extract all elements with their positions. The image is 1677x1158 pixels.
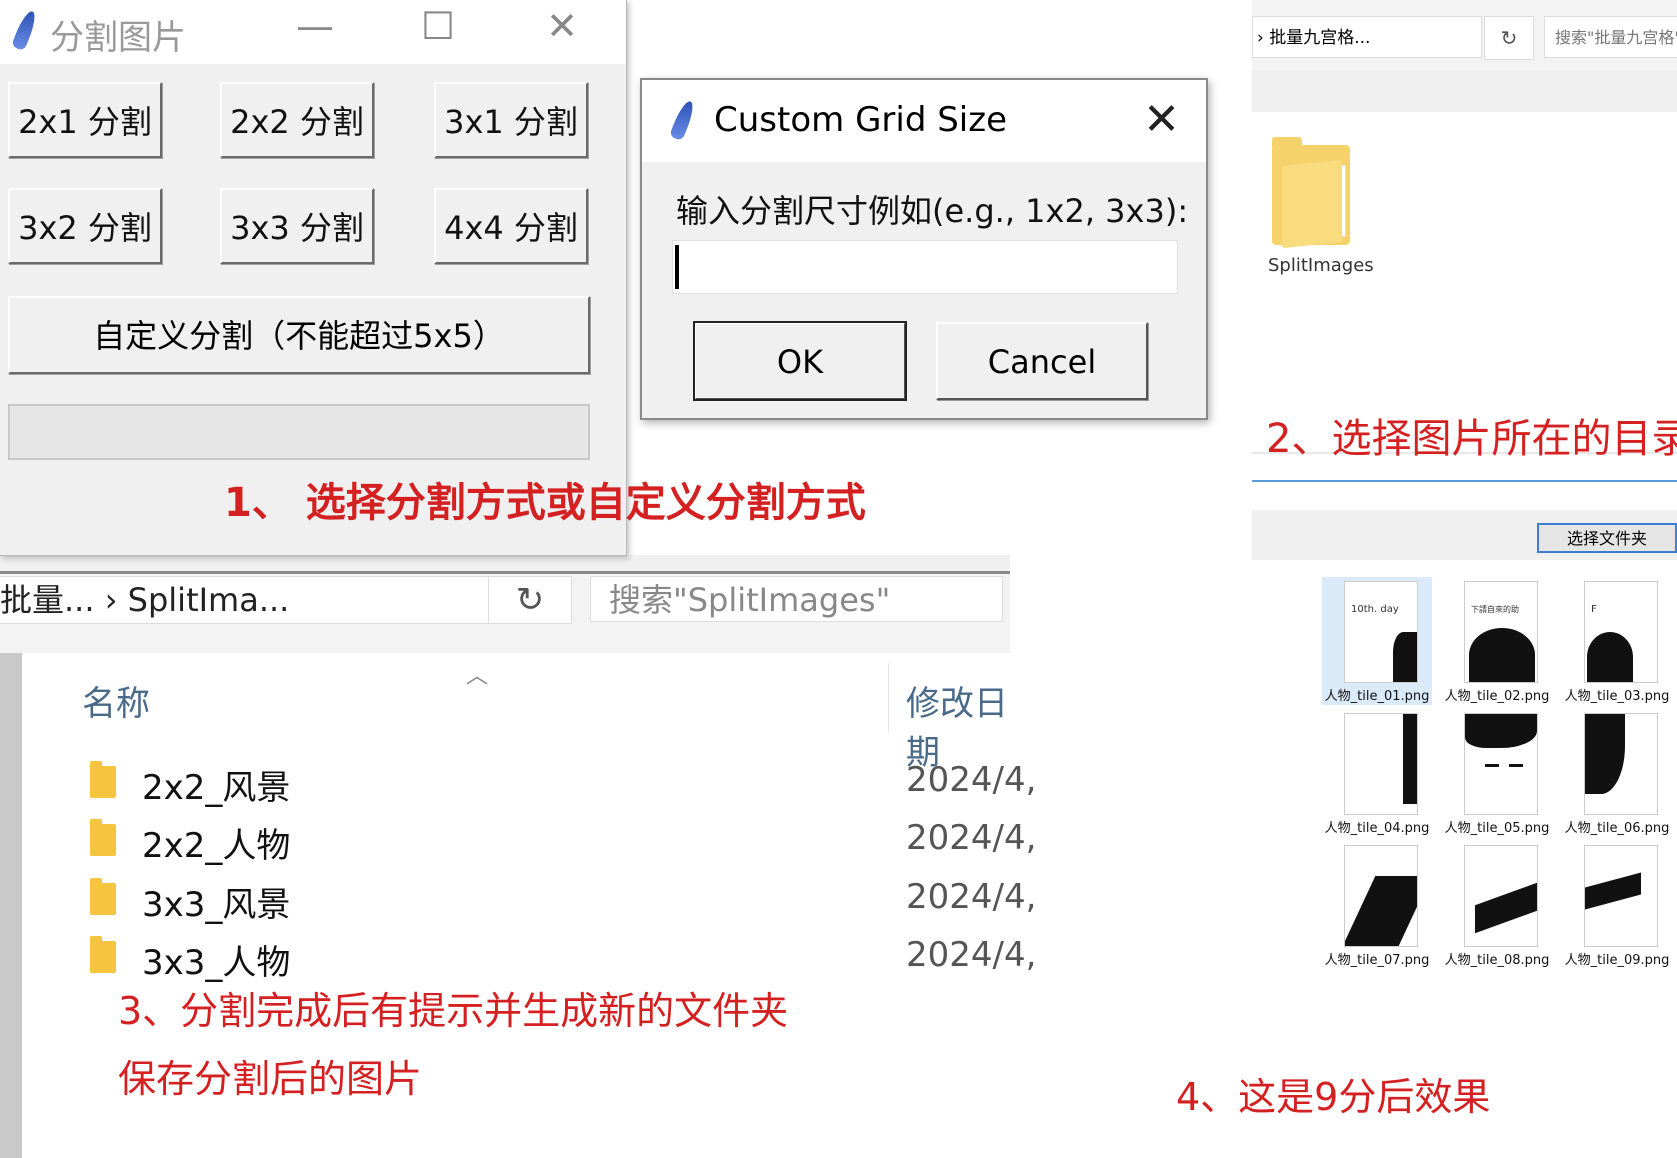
list-item[interactable]: 3x3_人物 2024/4,	[90, 931, 1036, 983]
folder-picker-search[interactable]: 搜索"批量九宫格"	[1544, 16, 1677, 58]
image-thumbnail: 10th. day	[1344, 581, 1418, 683]
folder-name-field[interactable]	[1252, 480, 1677, 482]
thumbnail-filename: 人物_tile_02.png	[1444, 689, 1550, 704]
folder-icon	[90, 936, 116, 973]
cancel-button[interactable]: Cancel	[936, 322, 1148, 400]
folder-icon	[90, 878, 116, 915]
thumbnail-item[interactable]: 10th. day 人物_tile_01.png	[1322, 577, 1432, 705]
folder-picker-breadcrumb[interactable]: › 批量九宫格...	[1252, 16, 1482, 58]
folder-date: 2024/4,	[906, 760, 1037, 800]
window-titlebar[interactable]: 分割图片 — ☐ ✕	[0, 0, 626, 64]
dialog-title: Custom Grid Size	[714, 100, 1008, 140]
image-thumbnail	[1584, 713, 1658, 815]
thumbnail-filename: 人物_tile_04.png	[1324, 821, 1430, 836]
folder-icon	[90, 761, 116, 798]
custom-split-button[interactable]: 自定义分割（不能超过5x5）	[8, 296, 590, 374]
text-caret	[675, 245, 679, 289]
annotation-step3-line2: 保存分割后的图片	[118, 1057, 423, 1101]
thumbnail-item[interactable]: 下請自來的助 人物_tile_02.png	[1442, 577, 1552, 705]
list-item[interactable]: 2x2_人物 2024/4,	[90, 814, 1036, 866]
annotation-step4: 4、这是9分后效果	[1176, 1075, 1491, 1119]
explorer-breadcrumb[interactable]: 批量... › SplitIma...	[0, 576, 489, 624]
folder-name: 2x2_人物	[142, 826, 291, 866]
thumbnail-item[interactable]: 人物_tile_08.png	[1442, 841, 1552, 969]
folder-name: 3x3_风景	[142, 885, 291, 925]
thumbnail-filename: 人物_tile_06.png	[1564, 821, 1670, 836]
folder-date: 2024/4,	[906, 877, 1037, 917]
annotation-step3-line1: 3、分割完成后有提示并生成新的文件夹	[118, 989, 789, 1033]
close-icon[interactable]: ✕	[532, 4, 592, 48]
folder-picker-commandbar	[1252, 70, 1677, 112]
list-item[interactable]: 2x2_风景 2024/4,	[90, 756, 1036, 808]
folder-date: 2024/4,	[906, 935, 1037, 975]
folder-date: 2024/4,	[906, 818, 1037, 858]
thumbnail-filename: 人物_tile_03.png	[1564, 689, 1670, 704]
split-3x3-button[interactable]: 3x3 分割	[220, 188, 374, 264]
thumbnail-item[interactable]: F 人物_tile_03.png	[1562, 577, 1672, 705]
split-4x4-button[interactable]: 4x4 分割	[434, 188, 588, 264]
image-thumbnail	[1584, 845, 1658, 947]
column-header-name[interactable]: 名称	[82, 676, 150, 725]
ok-button[interactable]: OK	[693, 321, 907, 401]
thumbnail-filename: 人物_tile_09.png	[1564, 953, 1670, 968]
explorer-search-input[interactable]: 搜索"SplitImages"	[590, 576, 1003, 622]
thumbnail-item[interactable]: 人物_tile_09.png	[1562, 841, 1672, 969]
column-divider[interactable]	[888, 663, 889, 733]
image-thumbnail: 下請自來的助	[1464, 581, 1538, 683]
select-folder-button[interactable]: 选择文件夹	[1537, 523, 1677, 553]
thumbnail-item[interactable]: 人物_tile_05.png	[1442, 709, 1552, 837]
thumbnail-item[interactable]: 人物_tile_07.png	[1322, 841, 1432, 969]
split-2x1-button[interactable]: 2x1 分割	[8, 82, 162, 158]
split-3x2-button[interactable]: 3x2 分割	[8, 188, 162, 264]
thumbnail-item[interactable]: 人物_tile_06.png	[1562, 709, 1672, 837]
split-2x2-button[interactable]: 2x2 分割	[220, 82, 374, 158]
folder-name: 2x2_风景	[142, 768, 291, 808]
image-thumbnail	[1464, 845, 1538, 947]
feather-icon	[669, 98, 697, 142]
close-icon[interactable]: ✕	[1143, 94, 1180, 145]
thumbnail-filename: 人物_tile_01.png	[1324, 689, 1430, 704]
progress-bar	[8, 404, 590, 460]
image-thumbnail	[1344, 845, 1418, 947]
image-thumbnail	[1344, 713, 1418, 815]
tile-thumbnail-grid: 10th. day 人物_tile_01.png 下請自來的助 人物_tile_…	[1300, 575, 1677, 990]
custom-grid-dialog: Custom Grid Size ✕ 输入分割尺寸例如(e.g., 1x2, 3…	[640, 78, 1208, 420]
thumbnail-filename: 人物_tile_07.png	[1324, 953, 1430, 968]
window-frame-edge	[0, 555, 1010, 574]
grid-size-input[interactable]	[672, 240, 1178, 294]
navigation-pane[interactable]	[0, 653, 22, 1158]
annotation-step2: 2、选择图片所在的目录	[1266, 416, 1677, 462]
refresh-icon[interactable]: ↻	[488, 576, 572, 624]
window-title: 分割图片	[50, 18, 186, 58]
folder-picker-window: › 批量九宫格... ↻ 搜索"批量九宫格" SplitImages 选择文件夹	[1252, 0, 1677, 560]
sort-up-icon: ︿	[466, 664, 489, 689]
thumbnail-filename: 人物_tile_08.png	[1444, 953, 1550, 968]
feather-icon	[11, 8, 39, 52]
dialog-titlebar[interactable]: Custom Grid Size ✕	[642, 80, 1206, 162]
minimize-icon[interactable]: —	[285, 4, 345, 48]
maximize-icon[interactable]: ☐	[408, 4, 468, 48]
list-item[interactable]: 3x3_风景 2024/4,	[90, 873, 1036, 925]
folder-icon	[90, 819, 116, 856]
split-3x1-button[interactable]: 3x1 分割	[434, 82, 588, 158]
image-thumbnail	[1464, 713, 1538, 815]
thumbnail-item[interactable]: 人物_tile_04.png	[1322, 709, 1432, 837]
refresh-icon[interactable]: ↻	[1484, 16, 1534, 60]
folder-label[interactable]: SplitImages	[1268, 255, 1374, 276]
grid-size-prompt: 输入分割尺寸例如(e.g., 1x2, 3x3):	[676, 192, 1189, 230]
folder-name: 3x3_人物	[142, 943, 291, 983]
folder-icon[interactable]	[1272, 135, 1350, 249]
annotation-step1: 1、 选择分割方式或自定义分割方式	[224, 480, 866, 526]
image-thumbnail: F	[1584, 581, 1658, 683]
folder-picker-toolbar: › 批量九宫格... ↻ 搜索"批量九宫格"	[1252, 0, 1677, 70]
explorer-toolbar: 批量... › SplitIma... ↻ 搜索"SplitImages"	[0, 568, 1010, 653]
thumbnail-filename: 人物_tile_05.png	[1444, 821, 1550, 836]
